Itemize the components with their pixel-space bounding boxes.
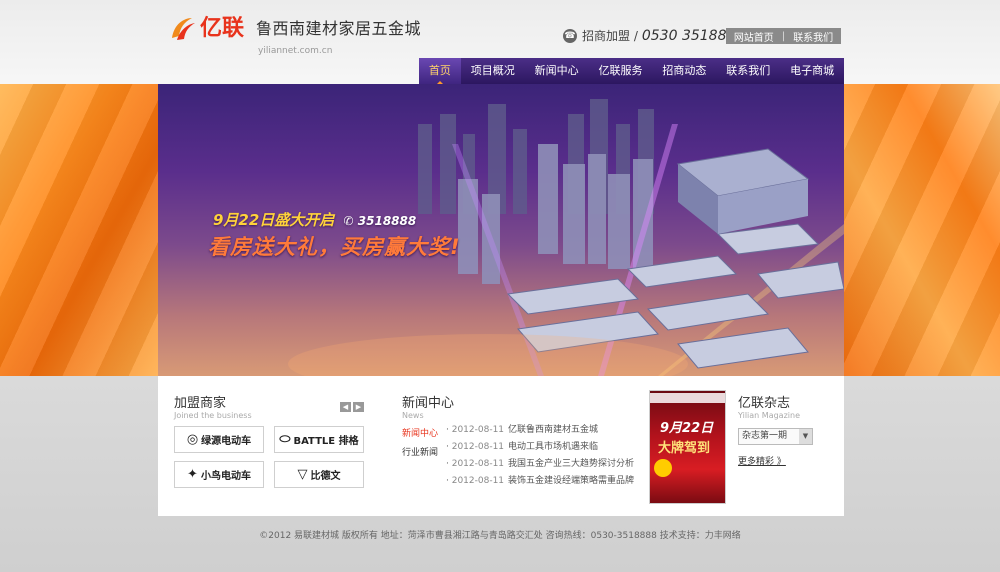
magazine-cover[interactable]: 9月22日 大牌驾到 bbox=[649, 390, 726, 504]
hotline: ☎ 招商加盟 / 0530 3518888 bbox=[563, 27, 744, 44]
next-arrow-icon[interactable]: ▶ bbox=[353, 402, 364, 412]
news-title: 新闻中心 bbox=[402, 396, 455, 411]
news-text: 我国五金产业三大趋势探讨分析 bbox=[508, 459, 635, 469]
header: 亿联 鲁西南建材家居五金城 yiliannet.com.cn ☎ 招商加盟 / … bbox=[158, 0, 842, 58]
logo-text: 亿联 bbox=[200, 15, 245, 41]
news-subtitle: News bbox=[402, 411, 424, 420]
banner-headline: 9月22日盛大开启 ✆ 3518888 bbox=[213, 209, 416, 230]
news-section: 新闻中心 News 新闻中心 行业新闻 · 2012-08-11 亿联鲁西南建材五… bbox=[402, 392, 642, 486]
site-domain: yiliannet.com.cn bbox=[258, 46, 333, 56]
news-list: · 2012-08-11 亿联鲁西南建材五金城 · 2012-08-11 电动工具市… bbox=[446, 422, 646, 490]
magazine-section: 亿联杂志 Yilian Magazine 杂志第一期 ▼ 更多精彩 》 bbox=[738, 392, 838, 467]
magazine-title: 亿联杂志 bbox=[738, 396, 791, 411]
nav-project[interactable]: 项目概况 bbox=[461, 58, 525, 84]
chevron-down-icon[interactable]: ▼ bbox=[799, 429, 812, 444]
news-item[interactable]: · 2012-08-11 亿联鲁西南建材五金城 bbox=[446, 422, 646, 439]
prev-arrow-icon[interactable]: ◀ bbox=[340, 402, 351, 412]
news-date: 2012-08-11 bbox=[451, 476, 505, 486]
link-contact[interactable]: 联系我们 bbox=[793, 29, 833, 44]
tab-industry-news[interactable]: 行业新闻 bbox=[402, 445, 438, 458]
news-text: 亿联鲁西南建材五金城 bbox=[508, 425, 599, 435]
bird-logo-icon: ✦ bbox=[187, 467, 198, 482]
nav-home[interactable]: 首页 bbox=[419, 58, 461, 84]
nav-investment[interactable]: 招商动态 bbox=[652, 58, 716, 84]
hero-banner[interactable]: 9月22日盛大开启 ✆ 3518888 看房送大礼，买房赢大奖! bbox=[158, 84, 844, 376]
nav-service[interactable]: 亿联服务 bbox=[589, 58, 653, 84]
banner-slogan: 看房送大礼，买房赢大奖! bbox=[208, 235, 461, 259]
news-text: 电动工具市场机遇来临 bbox=[508, 442, 599, 452]
cover-header bbox=[650, 393, 725, 403]
news-item[interactable]: · 2012-08-11 我国五金产业三大趋势探讨分析 bbox=[446, 456, 646, 473]
nav-mall[interactable]: 电子商城 bbox=[780, 58, 844, 84]
select-value: 杂志第一期 bbox=[742, 431, 788, 441]
link-home[interactable]: 网站首页 bbox=[734, 29, 774, 44]
news-date: 2012-08-11 bbox=[451, 425, 505, 435]
right-orange-band bbox=[842, 84, 1000, 376]
cover-headline: 大牌驾到 bbox=[658, 441, 711, 456]
merchants-section: 加盟商家 Joined the business ◀ ▶ ◎ 绿源电动车 ⬭ B… bbox=[174, 392, 369, 488]
circle-logo-icon: ◎ bbox=[186, 432, 199, 447]
hotline-label: 招商加盟 / bbox=[582, 29, 638, 43]
logo-mark-icon bbox=[168, 14, 198, 44]
brand-name: 比德文 bbox=[310, 471, 341, 482]
main-nav: 首页 项目概况 新闻中心 亿联服务 招商动态 联系我们 电子商城 bbox=[419, 58, 844, 84]
magazine-more-link[interactable]: 更多精彩 》 bbox=[738, 454, 786, 467]
nav-contact[interactable]: 联系我们 bbox=[716, 58, 780, 84]
footer: ©2012 易联建材城 版权所有 地址：菏泽市曹县湘江路与青岛路交汇处 咨询热线… bbox=[259, 531, 741, 541]
phone-icon: ☎ bbox=[563, 28, 577, 43]
news-text: 装饰五金建设经端策略需重品牌 bbox=[508, 476, 635, 486]
city-illustration bbox=[288, 99, 844, 376]
oval-logo-icon: ⬭ bbox=[279, 432, 291, 447]
news-date: 2012-08-11 bbox=[451, 459, 505, 469]
left-orange-band bbox=[0, 84, 158, 376]
cover-date: 9月22日 bbox=[660, 421, 714, 436]
magazine-issue-select[interactable]: 杂志第一期 ▼ bbox=[738, 428, 813, 445]
v-logo-icon: ▽ bbox=[297, 467, 308, 482]
brand-grid: ◎ 绿源电动车 ⬭ BATTLE 排格 ✦ 小鸟电动车 ▽ 比德文 bbox=[174, 426, 366, 488]
merchants-subtitle: Joined the business bbox=[174, 411, 252, 420]
brand-xiaoniao[interactable]: ✦ 小鸟电动车 bbox=[174, 461, 264, 488]
brand-battle[interactable]: ⬭ BATTLE 排格 bbox=[274, 426, 364, 453]
cover-badge-icon bbox=[654, 459, 672, 477]
news-tabs: 新闻中心 行业新闻 bbox=[402, 426, 438, 464]
content-panel: 加盟商家 Joined the business ◀ ▶ ◎ 绿源电动车 ⬭ B… bbox=[158, 376, 844, 516]
brand-name: 绿源电动车 bbox=[201, 436, 252, 447]
brand-bidewen[interactable]: ▽ 比德文 bbox=[274, 461, 364, 488]
banner-date-text: 9月22日盛大开启 bbox=[213, 211, 335, 229]
top-links: 网站首页 | 联系我们 bbox=[726, 28, 841, 44]
banner-tel: ✆ 3518888 bbox=[343, 214, 417, 228]
merchant-arrows: ◀ ▶ bbox=[340, 402, 364, 412]
brand-name: BATTLE 排格 bbox=[293, 436, 359, 447]
banner-tel-number: 3518888 bbox=[357, 214, 417, 228]
site-title: 鲁西南建材家居五金城 bbox=[256, 19, 422, 38]
link-separator: | bbox=[781, 30, 786, 42]
brand-name: 小鸟电动车 bbox=[200, 471, 251, 482]
nav-news[interactable]: 新闻中心 bbox=[525, 58, 589, 84]
news-item[interactable]: · 2012-08-11 装饰五金建设经端策略需重品牌 bbox=[446, 473, 646, 490]
brand-lvyuan[interactable]: ◎ 绿源电动车 bbox=[174, 426, 264, 453]
tab-news-center[interactable]: 新闻中心 bbox=[402, 426, 438, 439]
magazine-subtitle: Yilian Magazine bbox=[738, 411, 800, 420]
news-item[interactable]: · 2012-08-11 电动工具市场机遇来临 bbox=[446, 439, 646, 456]
news-date: 2012-08-11 bbox=[451, 442, 505, 452]
